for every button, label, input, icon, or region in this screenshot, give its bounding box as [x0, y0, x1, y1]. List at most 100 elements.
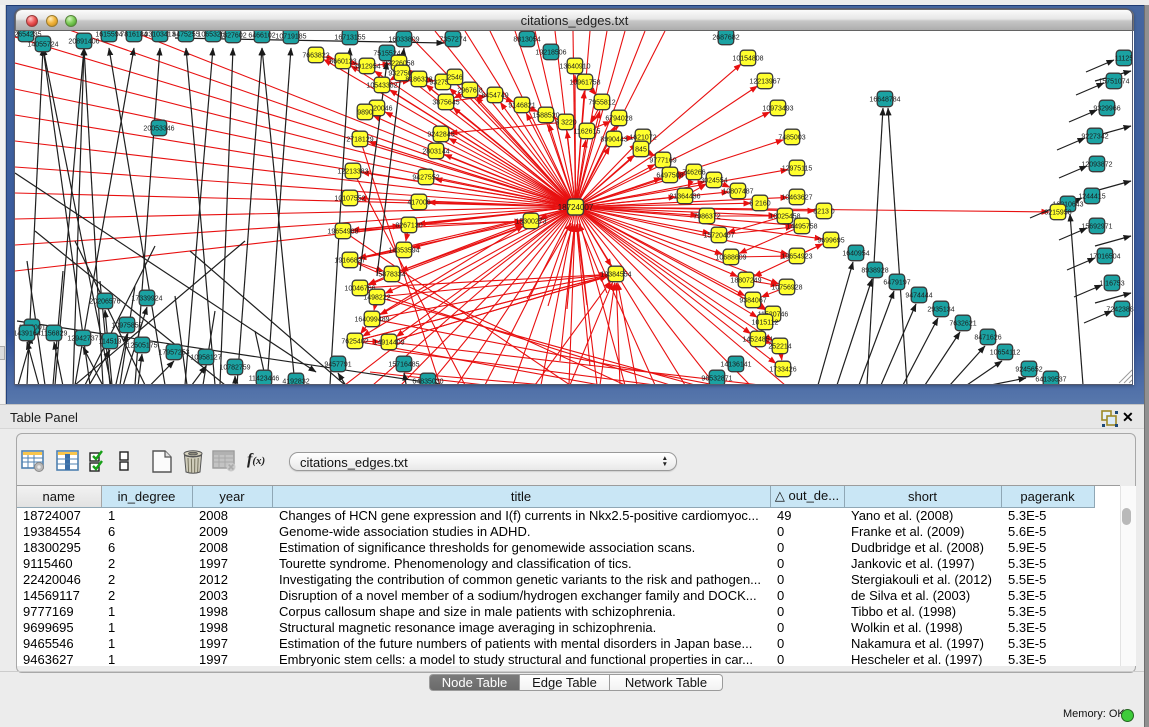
svg-text:1327602: 1327602	[219, 33, 246, 40]
svg-text:9146821: 9146821	[508, 103, 535, 110]
svg-text:15751074: 15751074	[1098, 79, 1129, 86]
svg-text:8 3220: 8 3220	[555, 120, 577, 127]
svg-text:29676 8: 29676 8	[457, 88, 482, 95]
svg-text:16033809: 16033809	[388, 37, 419, 44]
svg-text:9699695: 9699695	[817, 238, 844, 245]
svg-text:9242845: 9242845	[427, 132, 454, 139]
svg-text:10973493: 10973493	[762, 106, 793, 113]
svg-text:7625402: 7625402	[341, 339, 368, 346]
svg-text:4192832: 4192832	[282, 379, 309, 386]
svg-text:1615594: 1615594	[95, 32, 122, 39]
svg-text:1621072: 1621072	[629, 135, 656, 142]
svg-text:2546: 2546	[447, 75, 463, 82]
svg-text:10543382: 10543382	[366, 83, 397, 90]
svg-text:72423884: 72423884	[1106, 307, 1134, 314]
svg-text:8938928: 8938928	[861, 268, 888, 275]
svg-text:6479197: 6479197	[883, 280, 910, 287]
svg-text:11423446: 11423446	[249, 376, 280, 383]
svg-text:2718129: 2718129	[346, 137, 373, 144]
svg-text:10782759: 10782759	[219, 365, 250, 372]
svg-text:64139537: 64139537	[1035, 377, 1066, 384]
svg-text:1162615: 1162615	[574, 129, 601, 136]
svg-text:10961758: 10961758	[569, 80, 600, 87]
svg-text:15300273: 15300273	[515, 219, 546, 226]
svg-text:252214: 252214	[768, 344, 791, 351]
svg-text:15692971: 15692971	[1081, 224, 1112, 231]
svg-text:93103413: 93103413	[144, 32, 175, 39]
svg-text:9474444: 9474444	[905, 293, 932, 300]
svg-text:18724007: 18724007	[558, 203, 594, 212]
svg-text:6 2160: 6 2160	[749, 201, 771, 208]
svg-text:8267130: 8267130	[395, 223, 422, 230]
svg-text:15720407: 15720407	[703, 233, 734, 240]
svg-text:16648784: 16648784	[869, 97, 900, 104]
svg-text:8454749: 8454749	[481, 93, 508, 100]
svg-text:96532871: 96532871	[701, 376, 732, 383]
svg-text:12942737: 12942737	[67, 336, 98, 343]
svg-text:19654988: 19654988	[327, 229, 358, 236]
svg-text:14136141: 14136141	[720, 362, 751, 369]
svg-text:7955812: 7955812	[588, 100, 615, 107]
svg-text:14055724: 14055724	[27, 42, 58, 49]
svg-text:19654923: 19654923	[781, 254, 812, 261]
svg-text:10654112: 10654112	[990, 350, 1021, 357]
svg-text:845: 845	[635, 147, 647, 154]
svg-text:14524851: 14524851	[742, 337, 773, 344]
svg-text:15716485: 15716485	[388, 362, 419, 369]
svg-text:14495758: 14495758	[786, 224, 817, 231]
svg-text:13640910: 13640910	[559, 64, 590, 71]
svg-text:2803144: 2803144	[422, 149, 449, 156]
svg-text:10807487: 10807487	[722, 189, 753, 196]
svg-text:2935134: 2935134	[927, 307, 954, 314]
svg-text:17957253: 17957253	[158, 350, 189, 357]
svg-text:1244415: 1244415	[1078, 194, 1105, 201]
svg-text:6497508: 6497508	[656, 173, 683, 180]
svg-text:9329966: 9329966	[1093, 106, 1120, 113]
svg-text:164099489: 164099489	[354, 317, 389, 324]
svg-text:9777169: 9777169	[649, 158, 676, 165]
svg-text:7663822: 7663822	[302, 53, 329, 60]
svg-text:9457791: 9457791	[324, 362, 351, 369]
svg-text:1156829: 1156829	[41, 331, 68, 338]
svg-text:3024554: 3024554	[700, 178, 727, 185]
svg-text:9384067: 9384067	[739, 298, 766, 305]
svg-text:16713155: 16713155	[334, 35, 365, 42]
svg-text:8990443: 8990443	[600, 137, 627, 144]
svg-text:3875645: 3875645	[432, 100, 459, 107]
svg-text:3912954: 3912954	[353, 64, 380, 71]
svg-text:746266: 746266	[682, 170, 705, 177]
svg-text:10463627: 10463627	[781, 195, 812, 202]
svg-text:8813054: 8813054	[513, 37, 540, 44]
svg-text:5878334: 5878334	[378, 272, 405, 279]
svg-text:12213383: 12213383	[337, 169, 368, 176]
svg-text:8213 0: 8213 0	[813, 209, 835, 216]
svg-text:7632621: 7632621	[949, 321, 976, 328]
svg-text:1588520: 1588520	[532, 113, 559, 120]
svg-text:10688609: 10688609	[715, 255, 746, 262]
svg-text:12975115: 12975115	[782, 166, 813, 173]
svg-text:10958127: 10958127	[190, 355, 221, 362]
svg-text:8215958: 8215958	[1044, 210, 1071, 217]
svg-text:20891406: 20891406	[68, 39, 99, 46]
svg-text:6794028: 6794028	[605, 116, 632, 123]
svg-text:417006: 417006	[407, 200, 430, 207]
svg-text:1733426: 1733426	[769, 367, 796, 374]
svg-text:1439164: 1439164	[15, 331, 41, 338]
svg-text:20053346: 20053346	[143, 126, 174, 133]
svg-text:10154808: 10154808	[732, 56, 763, 63]
svg-text:2687682: 2687682	[712, 35, 739, 42]
svg-text:21364436: 21364436	[669, 194, 700, 201]
svg-text:6475255: 6475255	[172, 32, 199, 39]
svg-text:9227342: 9227342	[1081, 134, 1108, 141]
svg-text:11125: 11125	[1115, 56, 1134, 63]
svg-text:64835030: 64835030	[412, 379, 443, 386]
svg-text:17016504: 17016504	[1089, 254, 1120, 261]
svg-text:114519: 114519	[99, 339, 122, 346]
svg-text:12093872: 12093872	[1081, 162, 1112, 169]
svg-text:6466102: 6466102	[248, 33, 275, 40]
svg-text:14353594: 14353594	[388, 248, 419, 255]
svg-text:19384554: 19384554	[600, 272, 631, 279]
svg-text:1015112: 1015112	[752, 320, 779, 327]
svg-text:18807249: 18807249	[730, 278, 761, 285]
svg-text:1640954: 1640954	[842, 251, 869, 258]
